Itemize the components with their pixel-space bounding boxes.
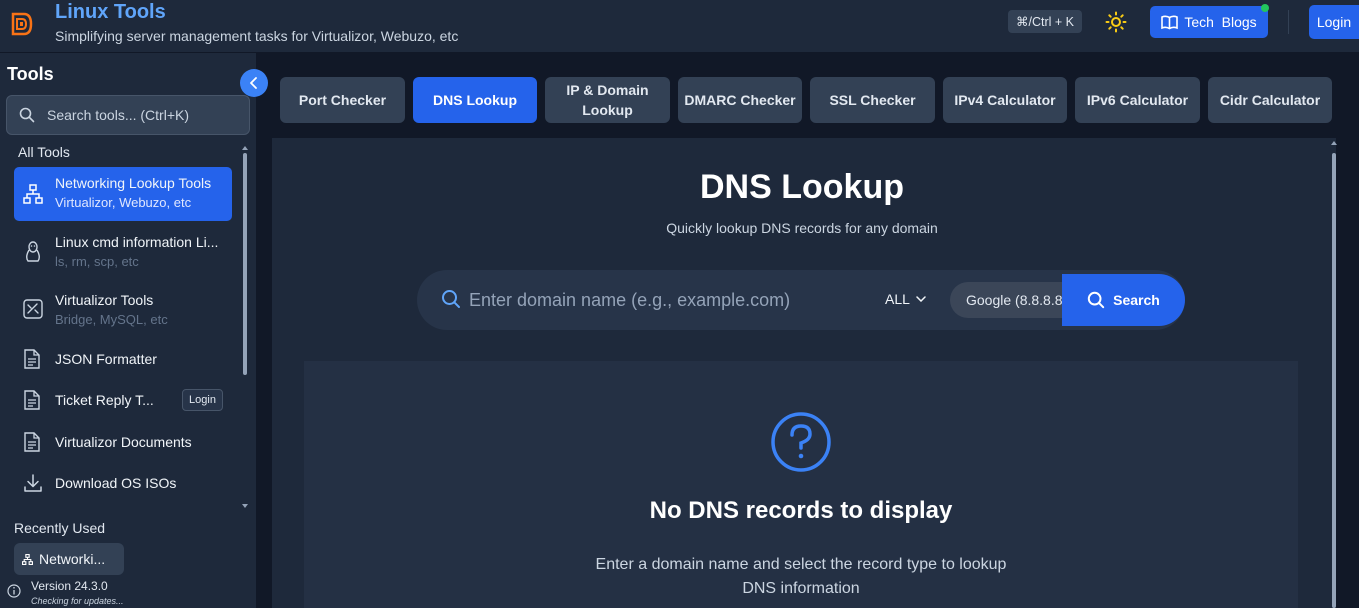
recently-used-label: Recently Used xyxy=(14,520,106,536)
tab-cidr-calculator[interactable]: Cidr Calculator xyxy=(1208,77,1332,123)
tab-dmarc-checker[interactable]: DMARC Checker xyxy=(678,77,802,123)
tech-blogs-button[interactable]: Tech Blogs xyxy=(1150,4,1269,38)
document-icon xyxy=(24,432,40,452)
record-type-value: ALL xyxy=(885,291,910,307)
search-icon xyxy=(442,290,460,308)
sidebar-item-ticket-reply[interactable]: Ticket Reply T... Login xyxy=(14,384,232,416)
dns-lookup-panel: DNS Lookup Quickly lookup DNS records fo… xyxy=(272,138,1336,608)
app-subtitle: Simplifying server management tasks for … xyxy=(55,28,459,44)
tech-blogs-label: Tech Blogs xyxy=(1184,14,1257,30)
book-icon xyxy=(1161,15,1179,29)
recent-item-label: Networki... xyxy=(39,551,106,567)
sidebar-item-title: Download OS ISOs xyxy=(55,475,177,491)
update-status: Checking for updates... xyxy=(31,596,124,606)
sidebar-item-title: JSON Formatter xyxy=(55,351,157,367)
document-icon xyxy=(24,349,40,369)
tab-ipv4-calculator[interactable]: IPv4 Calculator xyxy=(943,77,1067,123)
question-icon xyxy=(771,412,831,472)
empty-state-title: No DNS records to display xyxy=(649,497,953,524)
sidebar-search[interactable] xyxy=(6,95,250,135)
notification-dot xyxy=(1261,4,1269,12)
sidebar-item-linux-cmd[interactable]: Linux cmd information Li... ls, rm, scp,… xyxy=(14,227,232,277)
page-subtitle: Quickly lookup DNS records for any domai… xyxy=(666,220,938,236)
page-title: DNS Lookup xyxy=(700,168,904,206)
search-shortcut-badge[interactable]: ⌘/Ctrl + K xyxy=(1008,10,1082,33)
sidebar-item-title: Ticket Reply T... xyxy=(55,392,154,408)
sidebar-scroll-up[interactable] xyxy=(242,146,248,150)
chevron-left-icon xyxy=(250,77,257,89)
tab-ip-domain-lookup[interactable]: IP & Domain Lookup xyxy=(545,77,670,123)
main-scrollbar[interactable] xyxy=(1332,153,1336,608)
domain-input[interactable] xyxy=(469,288,869,312)
info-icon xyxy=(7,584,21,598)
sidebar-item-virtualizor-tools[interactable]: Virtualizor Tools Bridge, MySQL, etc xyxy=(14,285,232,335)
main-scroll-up[interactable] xyxy=(1331,141,1337,145)
sidebar-title: Tools xyxy=(7,64,54,84)
sidebar-item-networking-lookup[interactable]: Networking Lookup Tools Virtualizor, Web… xyxy=(14,167,232,221)
domain-search-bar: ALL Google (8.8.8.8) Search xyxy=(417,270,1185,330)
sidebar-item-title: Linux cmd information Li... xyxy=(55,234,219,250)
all-tools-label: All Tools xyxy=(18,144,70,160)
tab-ssl-checker[interactable]: SSL Checker xyxy=(810,77,935,123)
tab-port-checker[interactable]: Port Checker xyxy=(280,77,405,123)
document-icon xyxy=(24,390,40,410)
network-icon xyxy=(22,553,33,565)
version-label: Version 24.3.0 xyxy=(31,579,108,593)
empty-state-text: Enter a domain name and select the recor… xyxy=(595,556,1007,597)
network-icon xyxy=(23,184,43,204)
main-content: Port Checker DNS Lookup IP & Domain Look… xyxy=(256,53,1359,608)
sidebar-item-download-isos[interactable]: Download OS ISOs xyxy=(14,467,232,499)
collapse-sidebar-button[interactable] xyxy=(240,69,268,97)
search-icon xyxy=(19,107,35,123)
sidebar-item-title: Virtualizor Documents xyxy=(55,434,192,450)
linux-icon xyxy=(26,241,40,262)
chevron-down-icon xyxy=(916,296,926,302)
sidebar-search-input[interactable] xyxy=(47,105,242,125)
sun-icon[interactable] xyxy=(1105,11,1127,33)
tab-ipv6-calculator[interactable]: IPv6 Calculator xyxy=(1075,77,1200,123)
sidebar: Tools All Tools Networking Lookup Tools … xyxy=(0,53,256,608)
search-button-label: Search xyxy=(1113,292,1160,308)
recent-item[interactable]: Networki... xyxy=(14,543,124,575)
sidebar-scroll-down[interactable] xyxy=(242,504,248,508)
login-required-badge[interactable]: Login xyxy=(182,389,223,411)
sidebar-item-subtitle: Bridge, MySQL, etc xyxy=(55,312,168,327)
sidebar-item-virtualizor-docs[interactable]: Virtualizor Documents xyxy=(14,426,232,458)
search-button[interactable]: Search xyxy=(1062,274,1185,326)
results-area: No DNS records to display Enter a domain… xyxy=(304,361,1298,608)
sidebar-item-subtitle: Virtualizor, Webuzo, etc xyxy=(55,195,192,210)
tools-icon xyxy=(23,299,43,319)
header-divider xyxy=(1288,10,1289,34)
sidebar-scrollbar[interactable] xyxy=(243,153,247,375)
sidebar-item-title: Networking Lookup Tools xyxy=(55,175,212,191)
login-button[interactable]: Login xyxy=(1309,5,1359,39)
download-icon xyxy=(24,474,42,492)
tab-dns-lookup[interactable]: DNS Lookup xyxy=(413,77,537,123)
logo-icon xyxy=(11,12,33,36)
sidebar-item-json-formatter[interactable]: JSON Formatter xyxy=(14,343,232,375)
sidebar-item-subtitle: ls, rm, scp, etc xyxy=(55,254,139,269)
top-header: Linux Tools Simplifying server managemen… xyxy=(0,0,1359,53)
sidebar-item-title: Virtualizor Tools xyxy=(55,292,154,308)
app-title[interactable]: Linux Tools xyxy=(55,1,166,24)
dns-resolver-select[interactable]: Google (8.8.8.8) xyxy=(950,282,1062,318)
record-type-select[interactable]: ALL xyxy=(885,291,926,307)
search-icon xyxy=(1087,291,1105,309)
